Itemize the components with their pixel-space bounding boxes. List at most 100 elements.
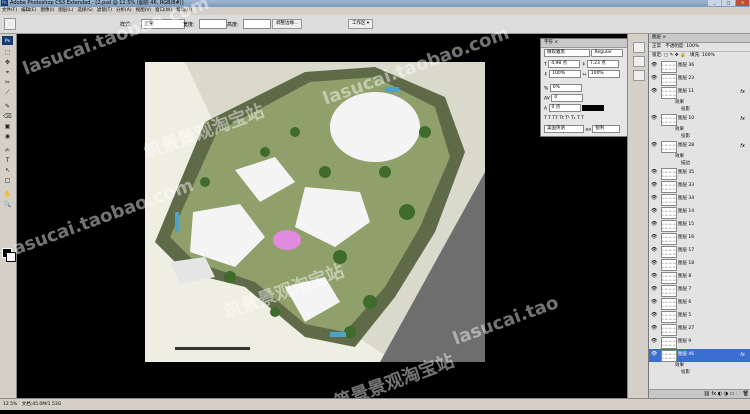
shape-tool-icon[interactable]: □ — [3, 178, 12, 184]
visibility-eye-icon[interactable]: 👁 — [651, 300, 657, 305]
visibility-eye-icon[interactable]: 👁 — [651, 313, 657, 318]
visibility-eye-icon[interactable]: 👁 — [651, 116, 657, 121]
visibility-eye-icon[interactable]: 👁 — [651, 235, 657, 240]
character-panel-title[interactable]: 字符 × — [541, 39, 627, 48]
hand-tool-icon[interactable]: ✋ — [3, 192, 12, 198]
layers-panel-title[interactable]: 图层 × — [649, 34, 750, 43]
visibility-eye-icon[interactable]: 👁 — [651, 63, 657, 68]
layer-effect-item[interactable]: 效果 — [649, 126, 750, 133]
layer-effects-icon[interactable]: fx — [740, 140, 745, 152]
move-tool-icon[interactable]: ✥ — [3, 60, 12, 66]
dodge-tool-icon[interactable]: ◉ — [3, 134, 12, 140]
horizontal-scale-input[interactable]: 100% — [587, 70, 620, 78]
document-image[interactable] — [145, 62, 485, 362]
tracking-input[interactable]: 0% — [549, 84, 582, 92]
layer-row[interactable]: 👁 图层 16 — [649, 232, 750, 246]
menu-analysis[interactable]: 分析(A) — [114, 7, 134, 15]
visibility-eye-icon[interactable]: 👁 — [651, 89, 657, 94]
layer-row[interactable]: 👁 图层 8 — [649, 271, 750, 285]
menu-file[interactable]: 文件(F) — [0, 7, 19, 15]
crop-tool-icon[interactable]: ✂ — [3, 80, 12, 86]
blend-mode-select[interactable]: 正常 — [652, 44, 661, 49]
width-input[interactable] — [199, 19, 227, 29]
maximize-button[interactable]: □ — [722, 0, 735, 6]
eraser-tool-icon[interactable]: ⌫ — [3, 114, 12, 120]
background-color-swatch[interactable] — [6, 252, 16, 262]
layer-row[interactable]: 👁 图层 23 — [649, 73, 750, 87]
layer-effect-item[interactable]: 投影 — [649, 369, 750, 376]
layer-effect-item[interactable]: 效果 — [649, 153, 750, 160]
visibility-eye-icon[interactable]: 👁 — [651, 339, 657, 344]
visibility-eye-icon[interactable]: 👁 — [651, 287, 657, 292]
layer-row[interactable]: 👁 图层 15 — [649, 219, 750, 233]
marquee-tool-preset[interactable] — [4, 18, 16, 30]
layer-effect-item[interactable]: 效果 — [649, 362, 750, 369]
antialias-select[interactable]: 锐利 — [592, 125, 621, 133]
height-input[interactable] — [243, 19, 271, 29]
layer-effect-item[interactable]: 效果 — [649, 99, 750, 106]
workspace-button[interactable]: 工作区 ▾ — [348, 19, 374, 29]
font-family-select[interactable]: 微软雅黑 — [544, 49, 590, 57]
layer-effect-item[interactable]: 投影 — [649, 106, 750, 113]
layer-effects-icon[interactable]: fx — [740, 113, 745, 125]
pen-tool-icon[interactable]: ✍ — [3, 148, 12, 154]
type-tool-icon[interactable]: T — [3, 158, 12, 164]
layers-footer-buttons[interactable]: ⛓ fx ◐ ◑ ▭ 🗀 🗑 — [649, 389, 750, 398]
layer-row[interactable]: 👁 图层 28 fx — [649, 140, 750, 154]
layer-row[interactable]: 👁 图层 7 — [649, 284, 750, 298]
language-select[interactable]: 美国英语 — [544, 125, 584, 133]
layer-row[interactable]: 👁 图层 18 — [649, 258, 750, 272]
brushes-panel-icon[interactable] — [633, 70, 645, 81]
visibility-eye-icon[interactable]: 👁 — [651, 196, 657, 201]
slice-tool-icon[interactable]: ⟋ — [3, 90, 12, 96]
layer-row[interactable]: 👁 图层 10 fx — [649, 113, 750, 127]
brush-tool-icon[interactable]: ✎ — [3, 104, 12, 110]
fill-input[interactable]: 100% — [702, 53, 715, 58]
layer-row[interactable]: 👁 图层 5 — [649, 310, 750, 324]
close-button[interactable]: × — [736, 0, 749, 6]
zoom-level[interactable]: 12.5% — [3, 402, 17, 407]
layer-row[interactable]: 👁 图层 14 — [649, 206, 750, 220]
visibility-eye-icon[interactable]: 👁 — [651, 248, 657, 253]
zoom-tool-icon[interactable]: 🔍 — [3, 202, 12, 208]
layer-row[interactable]: 👁 图层 9 — [649, 336, 750, 350]
font-style-select[interactable]: Regular — [591, 49, 624, 57]
marquee-tool-icon[interactable]: ⬚ — [3, 50, 12, 56]
minimize-button[interactable]: _ — [708, 0, 721, 6]
layer-row[interactable]: 👁 图层 46 fx — [649, 349, 750, 363]
menu-image[interactable]: 图像(I) — [38, 7, 56, 15]
visibility-eye-icon[interactable]: 👁 — [651, 209, 657, 214]
actions-panel-icon[interactable] — [633, 56, 645, 67]
layer-row[interactable]: 👁 图层 36 — [649, 60, 750, 74]
menu-help[interactable]: 帮助(H) — [174, 7, 194, 15]
layer-effects-icon[interactable]: fx — [740, 349, 745, 361]
baseline-input[interactable]: 0 点 — [548, 104, 581, 112]
visibility-eye-icon[interactable]: 👁 — [651, 352, 657, 357]
layer-row[interactable]: 👁 图层 34 — [649, 193, 750, 207]
menu-layer[interactable]: 图层(L) — [56, 7, 75, 15]
layer-row[interactable]: 👁 图层 11 fx — [649, 86, 750, 100]
menu-filter[interactable]: 滤镜(T) — [95, 7, 114, 15]
layer-effect-item[interactable]: 投影 — [649, 133, 750, 140]
gradient-tool-icon[interactable]: ▣ — [3, 124, 12, 130]
visibility-eye-icon[interactable]: 👁 — [651, 222, 657, 227]
lasso-tool-icon[interactable]: ⌖ — [3, 70, 12, 76]
style-select[interactable]: 正常 — [141, 19, 185, 29]
menu-select[interactable]: 选择(S) — [75, 7, 94, 15]
layer-row[interactable]: 👁 图层 35 — [649, 167, 750, 181]
refine-edge-button[interactable]: 调整边缘... — [272, 19, 303, 29]
visibility-eye-icon[interactable]: 👁 — [651, 143, 657, 148]
visibility-eye-icon[interactable]: 👁 — [651, 183, 657, 188]
visibility-eye-icon[interactable]: 👁 — [651, 261, 657, 266]
menu-edit[interactable]: 编辑(E) — [19, 7, 38, 15]
layer-row[interactable]: 👁 图层 6 — [649, 297, 750, 311]
text-color-swatch[interactable] — [581, 105, 604, 111]
path-select-tool-icon[interactable]: ↖ — [3, 168, 12, 174]
visibility-eye-icon[interactable]: 👁 — [651, 76, 657, 81]
visibility-eye-icon[interactable]: 👁 — [651, 170, 657, 175]
history-panel-icon[interactable] — [633, 42, 645, 53]
menu-view[interactable]: 视图(V) — [134, 7, 154, 15]
leading-input[interactable]: 7.23 点 — [586, 60, 619, 68]
opacity-input[interactable]: 100% — [686, 44, 699, 49]
visibility-eye-icon[interactable]: 👁 — [651, 326, 657, 331]
